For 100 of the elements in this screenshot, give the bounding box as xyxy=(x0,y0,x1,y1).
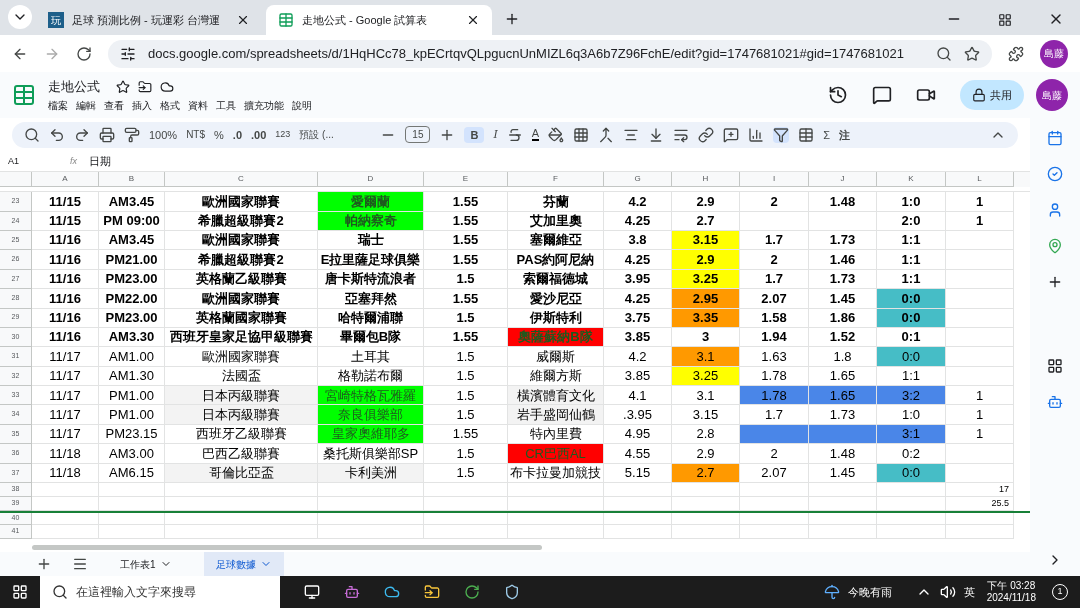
text-color-button[interactable]: A xyxy=(531,128,540,142)
tab-list-button[interactable] xyxy=(8,5,32,29)
column-header[interactable]: H xyxy=(672,172,740,188)
merge-icon[interactable] xyxy=(598,126,615,143)
sheet-tab[interactable]: 足球數據 xyxy=(203,552,284,576)
column-header[interactable]: K xyxy=(877,172,946,188)
bookmark-icon[interactable] xyxy=(964,45,980,62)
browser-tab[interactable]: 玩 足球 預測比例 - 玩運彩 台灣運 xyxy=(36,5,262,35)
note-button[interactable]: 注 xyxy=(838,126,850,144)
zoom-icon[interactable] xyxy=(936,45,952,62)
table-cell: 1.5 xyxy=(424,269,508,290)
decrease-decimal-button[interactable]: .0 xyxy=(232,126,242,144)
extensions-icon[interactable] xyxy=(1008,45,1024,62)
strikethrough-icon[interactable] xyxy=(506,126,523,143)
format-button[interactable]: 123 xyxy=(275,128,291,142)
contacts-icon[interactable] xyxy=(1047,202,1063,218)
paint-format-icon[interactable] xyxy=(124,126,140,143)
fill-color-icon[interactable] xyxy=(548,126,565,143)
redo-icon[interactable] xyxy=(74,126,90,143)
percent-button[interactable]: % xyxy=(214,126,224,144)
close-icon[interactable] xyxy=(236,13,250,27)
restore-icon[interactable] xyxy=(998,13,1012,27)
clock-date[interactable]: 2024/11/18 xyxy=(986,592,1036,605)
address-bar[interactable]: docs.google.com/spreadsheets/d/1HqHCc78_kpECrtqvQLpgucnUnMIZL6q3A6b7Z96FchE/edit?gid=1747681021#gid=1747681021 xyxy=(108,39,992,68)
all-sheets-icon[interactable] xyxy=(72,556,88,572)
tasks-icon[interactable] xyxy=(1047,166,1063,182)
link-icon[interactable] xyxy=(698,126,715,143)
site-settings-icon[interactable] xyxy=(120,45,136,62)
app-icon[interactable] xyxy=(344,584,360,600)
star-icon[interactable] xyxy=(116,79,130,94)
font-select[interactable]: 預設 (... xyxy=(299,127,372,143)
menu-item[interactable]: 說明 xyxy=(292,98,312,114)
profile-avatar[interactable]: 島藤 xyxy=(1040,39,1068,68)
table-cell: 塞爾維亞 xyxy=(508,230,604,251)
calendar-icon[interactable] xyxy=(1047,130,1063,146)
browser-tab[interactable]: 走地公式 - Google 試算表 xyxy=(266,5,492,35)
clock-time[interactable]: 下午 03:28 xyxy=(987,579,1036,592)
doc-title[interactable]: 走地公式 xyxy=(48,76,100,97)
column-header[interactable]: G xyxy=(604,172,672,188)
comment-icon[interactable] xyxy=(872,85,892,105)
menu-item[interactable]: 插入 xyxy=(132,98,152,114)
table-cell: 0:2 xyxy=(877,444,946,464)
ime-indicator[interactable]: 英 xyxy=(963,583,975,601)
column-header[interactable]: D xyxy=(318,172,424,188)
folder-icon[interactable] xyxy=(424,584,440,600)
borders-icon[interactable] xyxy=(573,126,590,143)
functions-button[interactable]: Σ xyxy=(823,126,830,144)
zoom-select[interactable]: 100% xyxy=(149,126,178,144)
share-button[interactable]: 共用 xyxy=(960,80,1024,110)
table-cell: 西班牙皇家足協甲級聯賽 xyxy=(165,327,318,348)
font-size-field[interactable]: 15 xyxy=(405,126,431,144)
undo-icon[interactable] xyxy=(49,126,65,143)
column-header[interactable]: B xyxy=(99,172,165,188)
search-icon[interactable] xyxy=(24,126,40,143)
increase-decimal-button[interactable]: .00 xyxy=(251,126,267,144)
menu-item[interactable]: 編輯 xyxy=(76,98,96,114)
menu-item[interactable]: 工具 xyxy=(216,98,236,114)
volume-icon[interactable] xyxy=(939,584,956,600)
bold-button[interactable]: B xyxy=(464,126,485,144)
rain-icon[interactable] xyxy=(823,584,840,600)
print-icon[interactable] xyxy=(99,126,115,143)
italic-button[interactable]: I xyxy=(493,126,498,144)
cloud-icon[interactable] xyxy=(160,79,174,94)
taskbar-search-field[interactable]: 在這裡輸入文字來搜尋 xyxy=(40,576,280,608)
task-view-icon[interactable] xyxy=(304,584,320,600)
new-tab-icon[interactable] xyxy=(504,11,520,27)
formula-field[interactable]: 日期 xyxy=(89,153,111,170)
menu-item[interactable]: 查看 xyxy=(104,98,124,114)
menu-item[interactable]: 擴充功能 xyxy=(244,98,284,114)
column-header[interactable]: A xyxy=(32,172,99,188)
table-cell: 桑托斯俱樂部SP xyxy=(318,444,424,464)
maps-icon[interactable] xyxy=(1047,238,1063,254)
reload-icon[interactable] xyxy=(76,45,92,62)
move-icon[interactable] xyxy=(138,79,152,94)
horizontal-scrollbar[interactable] xyxy=(32,545,542,551)
weather-text[interactable]: 今晚有雨 xyxy=(847,583,892,601)
column-header[interactable]: F xyxy=(508,172,604,188)
close-icon[interactable] xyxy=(466,13,480,27)
column-header[interactable]: L xyxy=(946,172,1014,188)
column-header[interactable]: J xyxy=(809,172,877,188)
apps-icon[interactable] xyxy=(1047,358,1063,374)
history-icon[interactable] xyxy=(828,85,848,105)
column-header[interactable]: I xyxy=(740,172,809,188)
add-icon[interactable] xyxy=(1047,274,1063,290)
menu-item[interactable]: 資料 xyxy=(188,98,208,114)
add-sheet-icon[interactable] xyxy=(36,556,52,572)
filter-icon[interactable] xyxy=(773,126,790,143)
column-header[interactable]: E xyxy=(424,172,508,188)
currency-button[interactable]: NT$ xyxy=(186,127,206,143)
table-cell: 1.55 xyxy=(424,230,508,251)
menu-item[interactable]: 檔案 xyxy=(48,98,68,114)
assistant-icon[interactable] xyxy=(1047,394,1063,410)
sheet-tab[interactable]: 工作表1 xyxy=(108,552,184,576)
name-box[interactable]: A1 xyxy=(8,154,58,169)
comment-icon[interactable] xyxy=(723,126,740,143)
menu-item[interactable]: 格式 xyxy=(160,98,180,114)
user-avatar[interactable]: 島藤 xyxy=(1036,79,1068,111)
column-header[interactable]: C xyxy=(165,172,318,188)
chart-icon[interactable] xyxy=(748,126,765,143)
table-icon[interactable] xyxy=(798,126,815,143)
